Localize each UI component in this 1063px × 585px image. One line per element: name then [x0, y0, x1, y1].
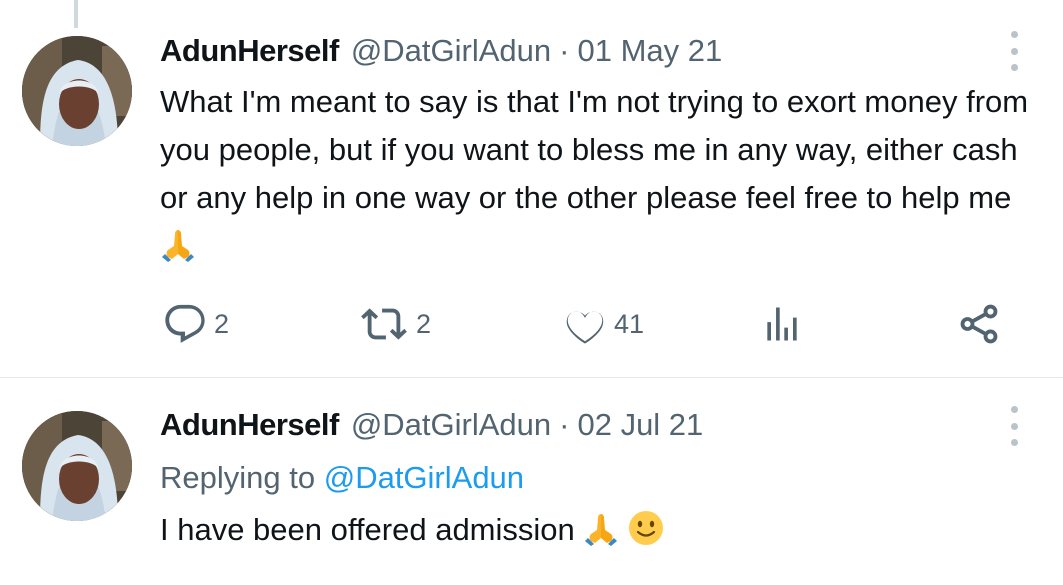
- folded-hands-emoji: [583, 510, 619, 560]
- tweet-header: AdunHerself @DatGirlAdun · 02 Jul 21: [160, 407, 703, 447]
- tweet[interactable]: AdunHerself @DatGirlAdun · 02 Jul 21 Rep…: [0, 378, 1063, 585]
- more-vertical-icon: [1010, 31, 1018, 38]
- display-name[interactable]: AdunHerself: [160, 33, 339, 69]
- more-options-button[interactable]: [1005, 406, 1023, 446]
- avatar-image: [22, 36, 132, 146]
- tweet-header: AdunHerself @DatGirlAdun · 01 May 21: [160, 33, 722, 73]
- like-button[interactable]: 41: [562, 296, 644, 352]
- tweet[interactable]: AdunHerself @DatGirlAdun · 01 May 21 Wha…: [0, 0, 1063, 377]
- tweet-text: What I'm meant to say is that I'm not tr…: [160, 78, 1040, 276]
- share-icon: [960, 304, 998, 344]
- retweet-icon: [361, 308, 407, 340]
- display-name[interactable]: AdunHerself: [160, 407, 339, 443]
- reply-icon: [165, 304, 205, 343]
- tweet-text: I have been offered admission: [160, 506, 1040, 560]
- more-options-button[interactable]: [1005, 31, 1023, 71]
- tweet-actions: 2 2 41: [0, 296, 1063, 352]
- avatar[interactable]: [22, 411, 132, 521]
- tweet-text-content: What I'm meant to say is that I'm not tr…: [160, 84, 1029, 215]
- retweet-button[interactable]: 2: [358, 296, 431, 352]
- views-button[interactable]: [760, 296, 804, 352]
- slightly-smiling-face-emoji: [628, 510, 664, 560]
- retweet-count: 2: [416, 308, 432, 339]
- views-icon: [767, 307, 797, 341]
- heart-icon: [566, 311, 604, 344]
- more-vertical-icon: [1010, 406, 1018, 413]
- avatar[interactable]: [22, 36, 132, 146]
- avatar-image: [22, 411, 132, 521]
- share-button[interactable]: [956, 296, 1002, 352]
- user-handle[interactable]: @DatGirlAdun: [351, 33, 551, 69]
- reply-count: 2: [214, 308, 230, 339]
- folded-hands-emoji: [160, 226, 196, 276]
- replying-to-label: Replying to: [160, 460, 316, 495]
- separator-dot: ·: [559, 33, 570, 68]
- tweet-text-content: I have been offered admission: [160, 512, 575, 547]
- tweet-date[interactable]: 02 Jul 21: [577, 407, 703, 443]
- user-handle[interactable]: @DatGirlAdun: [351, 407, 551, 443]
- reply-button[interactable]: 2: [162, 296, 229, 352]
- separator-dot: ·: [559, 407, 570, 442]
- like-count: 41: [614, 308, 645, 339]
- tweet-date[interactable]: 01 May 21: [577, 33, 722, 69]
- mention-link[interactable]: @DatGirlAdun: [324, 460, 524, 495]
- replying-to: Replying to @DatGirlAdun: [160, 456, 524, 500]
